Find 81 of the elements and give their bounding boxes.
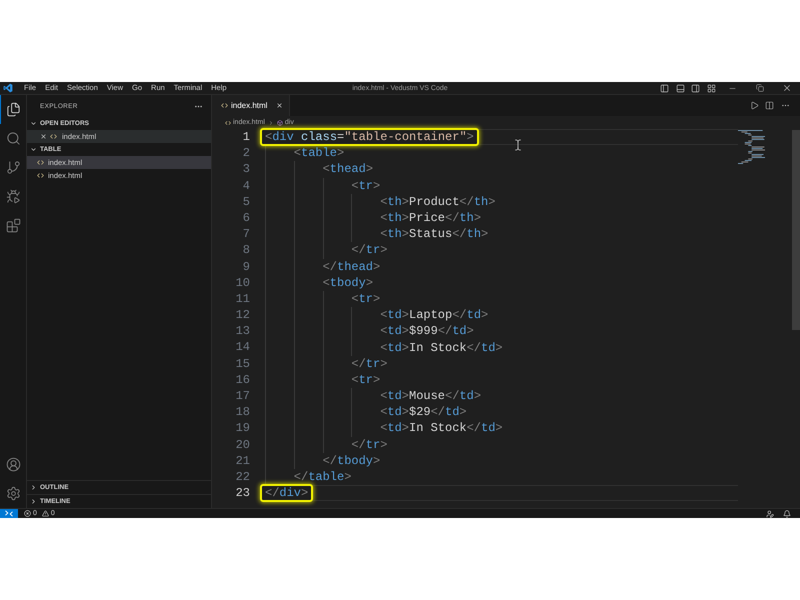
angle-brackets-icon [221,102,228,109]
code-line: <tr> [350,290,382,308]
line-number: 16 [234,372,250,388]
line-number: 15 [234,356,250,372]
line-number: 13 [234,323,250,340]
panel-toggle-icon[interactable] [676,84,685,92]
angle-brackets-icon [37,159,44,166]
primary-sidebar-toggle-icon[interactable] [660,84,670,92]
app-logo-icon [3,83,13,93]
code-line: <thead> [322,161,374,178]
line-number: 2 [242,145,250,162]
code-line: <td>In Stock</td> [379,340,504,357]
line-number: 12 [234,307,250,324]
angle-brackets-icon [37,172,44,179]
line-number: 23 [234,485,250,502]
text-cursor-icon [512,139,524,151]
line-number: 5 [242,194,250,210]
play-bug-icon [6,189,21,204]
code-line: <th>Status</th> [379,226,490,244]
account-icon[interactable] [6,457,20,472]
code-line: </table> [292,469,352,486]
line-number: 6 [242,210,250,226]
split-editor-icon[interactable] [765,101,774,110]
line-number: 22 [234,468,250,486]
line-number: 19 [234,420,250,437]
line-number: 14 [234,339,250,356]
line-number: 3 [242,161,250,178]
code-line: </tr> [350,436,388,454]
minimap-drawing [738,130,765,165]
line-number: 4 [242,178,250,194]
editor-tab[interactable]: index.html [212,95,290,116]
line-number: 8 [242,242,250,258]
restore-icon[interactable] [756,84,764,92]
cube-icon [276,120,283,126]
code-line: <table> [292,145,346,162]
line-number: 7 [242,226,250,242]
bell-icon[interactable] [782,510,790,518]
secondary-sidebar-toggle-icon[interactable] [691,84,700,92]
code-line: </tr> [350,356,388,373]
chevron-right-icon [268,120,274,126]
line-number: 21 [234,452,250,469]
code-line: <th>Product</th> [379,194,496,211]
line-number: 1 [242,129,250,146]
line-number: 20 [234,436,250,453]
blocks-icon [6,218,21,233]
line-number: 17 [234,388,250,404]
code-line: <tr> [350,372,382,389]
warning-icon [42,510,49,517]
person-pen-icon[interactable] [766,510,774,518]
close-icon[interactable] [276,102,284,109]
close-icon[interactable] [40,133,47,140]
line-number: 11 [234,290,250,308]
branch-icon [6,160,21,175]
run-icon[interactable] [750,101,759,110]
code-line: <td>$29</td> [379,404,468,422]
code-line: <td>Mouse</td> [379,388,482,406]
line-number: 18 [234,404,250,420]
code-line: </tbody> [322,452,382,470]
files-icon [6,102,21,117]
remote-icon [5,510,13,517]
angle-brackets-icon [50,133,57,140]
settings-icon[interactable] [6,486,20,501]
close-icon[interactable] [782,83,792,93]
angle-brackets-icon [225,120,231,126]
code-line: <td>$999</td> [379,323,475,340]
code-line: </tr> [350,242,388,260]
line-number: 10 [234,274,250,291]
code-line: <th>Price</th> [379,210,482,228]
search-icon [6,131,21,146]
code-line: <tbody> [322,274,374,292]
code-line: </thead> [322,258,382,276]
code-line: <td>In Stock</td> [379,420,504,438]
error-icon [24,510,31,517]
scrollbar-thumb[interactable] [792,130,800,330]
remote-button[interactable] [0,509,18,518]
code-line: <td>Laptop</td> [379,307,490,324]
chevron-down-icon [30,120,37,127]
line-number: 9 [242,258,250,275]
chevron-down-icon [30,146,37,153]
code-line: <tr> [350,178,382,195]
layout-icon[interactable] [706,84,716,92]
